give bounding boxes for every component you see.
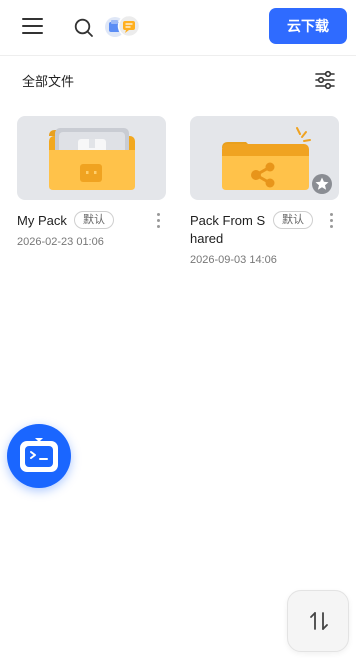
file-name[interactable]: My Pack [17,212,67,230]
file-thumbnail[interactable] [17,116,166,200]
star-icon [312,174,332,194]
cloud-download-button[interactable]: 云下载 [269,8,347,44]
sliders-filter-icon[interactable] [313,68,337,92]
stacked-app-icons [105,14,141,38]
robot-assistant-icon [20,438,58,472]
file-name-line: Pack From S [190,213,266,228]
default-badge: 默认 [74,211,114,229]
file-name-line: hared [190,231,224,246]
search-icon[interactable] [72,16,96,40]
assistant-button[interactable] [7,424,71,488]
hamburger-menu-icon[interactable] [22,16,44,36]
file-card[interactable]: Pack From S hared 默认 2026-09-03 14:06 [190,116,340,266]
file-date: 2026-02-23 01:06 [17,236,104,248]
top-bar: 云下载 [0,0,356,56]
file-date: 2026-09-03 14:06 [190,254,277,266]
sort-arrows-icon [310,612,328,630]
pack-folder-icon [49,128,135,190]
more-options-icon[interactable] [327,212,335,230]
default-badge: 默认 [273,211,313,229]
sort-button[interactable] [287,590,349,652]
section-title: 全部文件 [22,74,75,89]
app-shortcuts[interactable] [104,14,142,40]
file-thumbnail[interactable] [190,116,339,200]
file-card[interactable]: My Pack 默认 2026-02-23 01:06 [17,116,167,248]
more-options-icon[interactable] [154,212,162,230]
file-name[interactable]: Pack From S hared [190,212,265,248]
